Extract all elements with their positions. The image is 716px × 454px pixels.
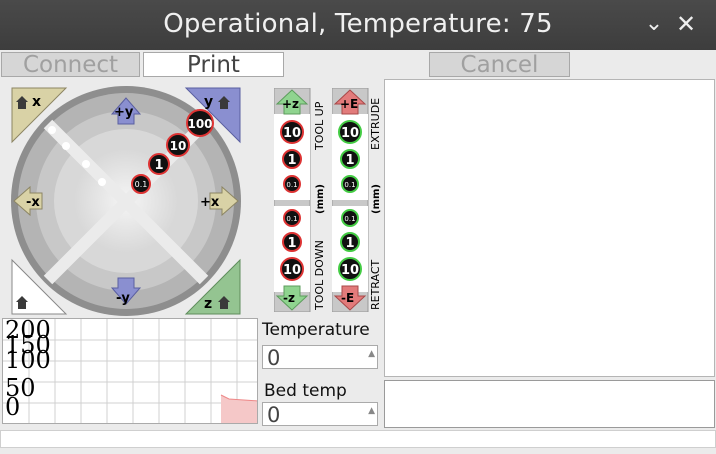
temperature-spinner[interactable]: 0 ▲ <box>262 345 378 370</box>
step-label: 1 <box>287 153 296 168</box>
temperature-label: Temperature <box>262 320 370 340</box>
cancel-button[interactable]: Cancel <box>429 52 570 77</box>
plus-x-label: +x <box>200 195 220 210</box>
status-bar <box>0 430 716 448</box>
plus-z-label: +z <box>282 97 299 111</box>
close-icon[interactable]: ✕ <box>672 10 700 38</box>
plus-y-label: +y <box>114 105 134 120</box>
step-label: 10 <box>283 126 301 141</box>
step-label: 10 <box>341 263 359 278</box>
bed-temp-label: Bed temp <box>264 381 347 401</box>
e-mm-label: (mm) <box>371 184 382 214</box>
temperature-value: 0 <box>267 346 281 370</box>
step-label: 1 <box>154 158 163 173</box>
z-jog-control: +z -z 10 1 0.1 0.1 1 10 TOOL UP (mm) TOO… <box>274 88 326 312</box>
temperature-graph: 200 150 100 50 0 <box>2 318 258 424</box>
minus-z-label: -z <box>283 291 295 305</box>
step-label: 10 <box>283 263 301 278</box>
connect-button[interactable]: Connect <box>1 52 140 77</box>
tool-up-label: TOOL UP <box>313 101 326 151</box>
step-label: 10 <box>341 126 359 141</box>
step-label: 1 <box>345 236 354 251</box>
extrude-label: EXTRUDE <box>369 98 382 150</box>
graph-y-tick: 0 <box>5 393 21 421</box>
command-input[interactable] <box>384 380 715 428</box>
minus-e-label: -E <box>341 291 354 305</box>
step-label: 0.1 <box>344 181 355 189</box>
step-label: 1 <box>345 153 354 168</box>
z-mm-label: (mm) <box>315 184 326 214</box>
title-bar: Operational, Temperature: 75 ⌄ ✕ <box>0 0 716 50</box>
step-label: 0.1 <box>286 215 297 223</box>
spinner-arrow-icon[interactable]: ▲ <box>368 349 375 359</box>
tool-down-label: TOOL DOWN <box>313 240 326 311</box>
log-panel[interactable] <box>384 79 715 377</box>
step-dot <box>98 178 106 186</box>
step-dot <box>48 126 56 134</box>
step-dot <box>62 142 70 150</box>
minus-x-label: -x <box>26 195 40 210</box>
step-label: 100 <box>187 117 212 131</box>
retract-label: RETRACT <box>369 259 382 310</box>
app-window: Operational, Temperature: 75 ⌄ ✕ Connect… <box>0 0 716 454</box>
graph-y-tick: 100 <box>5 346 51 374</box>
step-label: 0.1 <box>135 180 148 189</box>
bed-temp-value: 0 <box>267 403 281 427</box>
step-label: 0.1 <box>286 181 297 189</box>
e-jog-control: +E -E 10 1 0.1 0.1 1 10 EXTRUDE (mm) RET… <box>332 88 382 312</box>
step-label: 1 <box>287 236 296 251</box>
minimize-icon[interactable]: ⌄ <box>640 10 668 38</box>
plus-e-label: +E <box>340 97 358 111</box>
step-label: 10 <box>170 139 187 153</box>
print-button[interactable]: Print <box>143 52 284 77</box>
home-x-label: x <box>32 94 41 110</box>
home-y-label: y <box>204 94 213 110</box>
window-title: Operational, Temperature: 75 <box>163 9 553 39</box>
spinner-arrow-icon[interactable]: ▲ <box>368 406 375 416</box>
home-z-label: z <box>204 296 212 312</box>
step-dot <box>82 160 90 168</box>
step-label: 0.1 <box>344 215 355 223</box>
minus-y-label: -y <box>116 291 130 306</box>
xy-jog-control: x y z +y -y -x +x 0.1 1 10 100 <box>11 86 241 316</box>
bed-temp-spinner[interactable]: 0 ▲ <box>262 402 378 427</box>
